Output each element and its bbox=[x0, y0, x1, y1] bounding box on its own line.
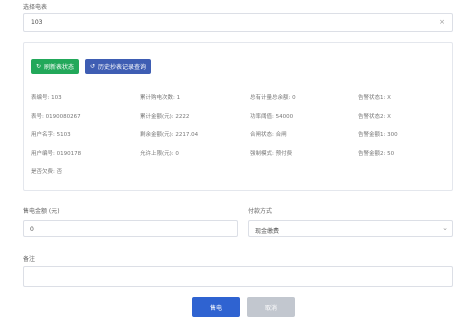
cancel-button[interactable]: 取消 bbox=[247, 297, 295, 317]
info-alarm-amount-1: 告警金额1: 300 bbox=[358, 132, 398, 138]
amount-input[interactable]: 0 bbox=[23, 220, 238, 237]
info-user-name: 用户名字: 5103 bbox=[31, 132, 71, 138]
amount-value: 0 bbox=[30, 226, 34, 233]
history-icon: ↺ bbox=[89, 63, 95, 70]
info-total-balance: 总有计量总余额: 0 bbox=[250, 95, 296, 101]
confirm-button[interactable]: 售电 bbox=[192, 297, 240, 317]
info-power-threshold: 功率阈值: 54000 bbox=[250, 114, 294, 120]
info-switch-status: 合闸状态: 合闸 bbox=[250, 132, 287, 138]
info-alarm-status-2: 告警状态2: X bbox=[358, 114, 391, 120]
clear-icon[interactable]: × bbox=[439, 18, 445, 26]
info-alarm-status-1: 告警状态1: X bbox=[358, 95, 391, 101]
meter-select[interactable]: 103 × bbox=[23, 13, 453, 32]
info-arrears: 是否欠费: 否 bbox=[31, 169, 63, 175]
info-total-amount: 累计金额(元): 2222 bbox=[140, 114, 190, 120]
payment-value: 现金缴费 bbox=[255, 228, 280, 235]
info-alarm-amount-2: 告警金额2: 50 bbox=[358, 151, 395, 157]
refresh-status-label: 刷新表状态 bbox=[44, 64, 75, 71]
info-meter-code: 表号: 0190080267 bbox=[31, 114, 81, 120]
amount-label: 售电金额 (元) bbox=[23, 208, 60, 215]
chevron-down-icon: ⌄ bbox=[442, 224, 448, 232]
info-upper-limit: 允许上限(元): 0 bbox=[140, 151, 179, 157]
history-query-button[interactable]: ↺ 历史抄表记录查询 bbox=[85, 59, 151, 74]
payment-select[interactable]: 现金缴费 ⌄ bbox=[248, 220, 453, 237]
meter-select-label: 选择电表 bbox=[23, 4, 48, 11]
info-purchase-count: 累计购电次数: 1 bbox=[140, 95, 181, 101]
refresh-icon: ↻ bbox=[35, 63, 41, 70]
remark-label: 备注 bbox=[23, 256, 36, 263]
remark-input[interactable] bbox=[23, 266, 453, 287]
info-user-id: 用户编号: 0190178 bbox=[31, 151, 82, 157]
meter-select-value: 103 bbox=[31, 19, 43, 26]
info-meter-no: 表编号: 103 bbox=[31, 95, 62, 101]
payment-label: 付款方式 bbox=[248, 208, 273, 215]
history-query-label: 历史抄表记录查询 bbox=[98, 64, 147, 71]
sell-electricity-dialog: 选择电表 103 × ↻ 刷新表状态 ↺ 历史抄表记录查询 表编号: 103 表… bbox=[0, 0, 453, 319]
refresh-status-button[interactable]: ↻ 刷新表状态 bbox=[31, 59, 79, 74]
info-mode: 强制模式: 预付费 bbox=[250, 151, 293, 157]
info-remaining-amount: 剩余金额(元): 2217.04 bbox=[140, 132, 199, 138]
